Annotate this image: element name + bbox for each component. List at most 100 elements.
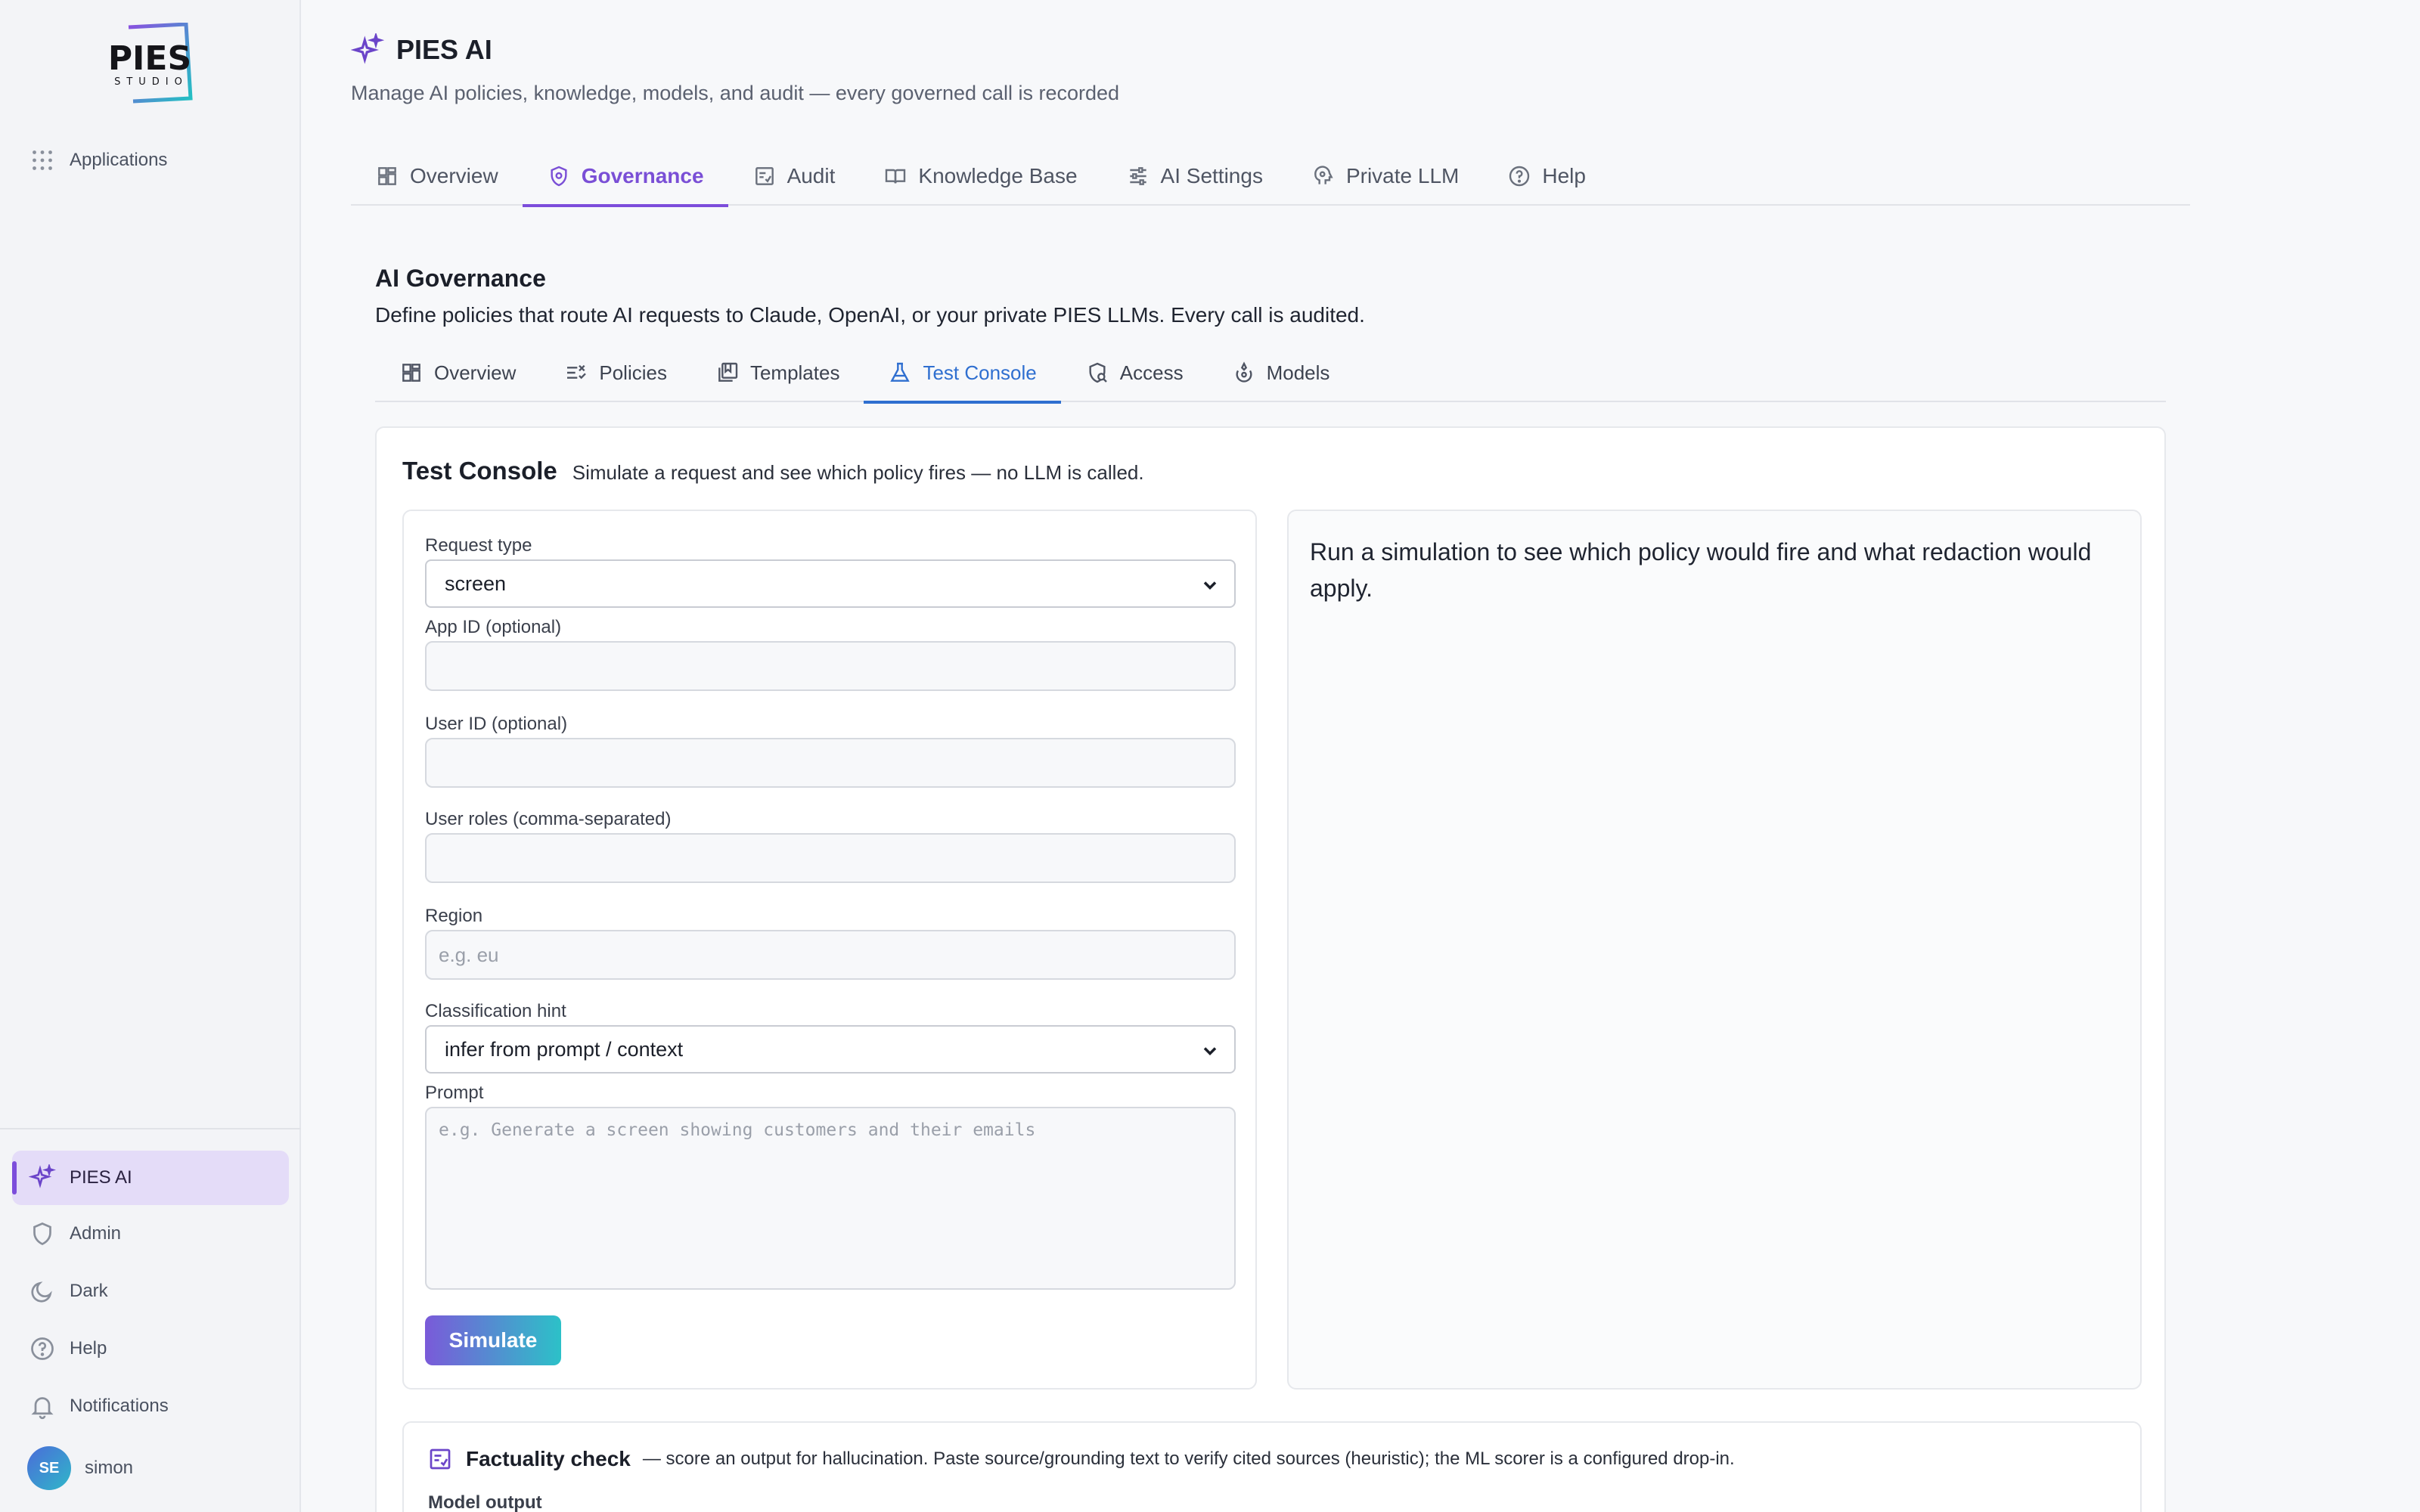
region-placeholder: e.g. eu bbox=[439, 943, 499, 966]
subtab-templates[interactable]: Templates bbox=[691, 343, 864, 402]
tab-label: AI Settings bbox=[1160, 164, 1263, 187]
app-id-label: App ID (optional) bbox=[425, 617, 562, 637]
classification-select[interactable]: infer from prompt / context bbox=[425, 1025, 1236, 1074]
shield-check-icon bbox=[551, 166, 567, 187]
tab-governance[interactable]: Governance bbox=[522, 147, 728, 207]
moon-icon bbox=[27, 1276, 57, 1306]
help-circle-icon bbox=[27, 1334, 57, 1364]
tab-label: Knowledge Base bbox=[918, 164, 1078, 187]
prompt-placeholder: e.g. Generate a screen showing customers… bbox=[439, 1120, 1036, 1140]
sidebar-item-help[interactable]: Help bbox=[12, 1321, 289, 1376]
chevron-down-icon bbox=[1203, 581, 1217, 590]
classification-value: infer from prompt / context bbox=[445, 1037, 684, 1061]
sidebar-item-label: Dark bbox=[70, 1281, 108, 1301]
subtab-policies[interactable]: Policies bbox=[540, 343, 691, 402]
book-icon bbox=[886, 169, 906, 184]
sidebar-item-notifications[interactable]: Notifications bbox=[12, 1379, 289, 1433]
page-header: PIES AI Manage AI policies, knowledge, m… bbox=[351, 33, 1119, 105]
subtab-test-console[interactable]: Test Console bbox=[864, 343, 1062, 404]
test-console-card: Test Console Simulate a request and see … bbox=[375, 426, 2166, 1512]
chevron-down-icon bbox=[1203, 1047, 1217, 1055]
checklist-icon bbox=[430, 1448, 451, 1470]
governance-sub-tabs: Overview Policies Templates Test Console… bbox=[375, 343, 2166, 404]
user-roles-input[interactable] bbox=[425, 833, 1236, 883]
sidebar-item-label: Notifications bbox=[70, 1396, 169, 1416]
subtab-label: Test Console bbox=[923, 361, 1037, 384]
tab-label: Overview bbox=[410, 164, 498, 187]
sidebar-item-label: Help bbox=[70, 1338, 107, 1359]
tab-private-llm[interactable]: Private LLM bbox=[1287, 147, 1483, 206]
user-id-label: User ID (optional) bbox=[425, 714, 568, 734]
console-title: Test Console bbox=[402, 457, 557, 485]
simulation-form: Request type screen App ID (optional) Us… bbox=[402, 510, 1257, 1390]
user-name: simon bbox=[85, 1458, 134, 1478]
factuality-description: — score an output for hallucination. Pas… bbox=[642, 1448, 1735, 1469]
section-description: Define policies that route AI requests t… bbox=[375, 303, 1365, 327]
request-type-select[interactable]: screen bbox=[425, 559, 1236, 608]
dashboard-icon bbox=[402, 364, 420, 382]
factuality-title: Factuality check bbox=[466, 1447, 631, 1470]
subtab-label: Access bbox=[1119, 361, 1184, 384]
simulation-result-panel: Run a simulation to see which policy wou… bbox=[1287, 510, 2142, 1390]
brain-icon bbox=[1314, 166, 1333, 184]
request-type-label: Request type bbox=[425, 535, 532, 556]
result-placeholder: Run a simulation to see which policy wou… bbox=[1310, 538, 2092, 602]
sidebar-item-label: PIES AI bbox=[70, 1167, 132, 1188]
subtab-access[interactable]: Access bbox=[1061, 343, 1208, 402]
user-roles-label: User roles (comma-separated) bbox=[425, 809, 672, 829]
tab-audit[interactable]: Audit bbox=[728, 147, 860, 206]
dashboard-icon bbox=[378, 167, 396, 185]
pies-studio-logo[interactable]: PIES STUDIO bbox=[95, 22, 204, 104]
sidebar-item-applications[interactable]: Applications bbox=[12, 133, 289, 187]
user-menu[interactable]: SE simon bbox=[12, 1441, 289, 1495]
tab-knowledge-base[interactable]: Knowledge Base bbox=[859, 147, 1101, 206]
tab-label: Help bbox=[1542, 164, 1586, 187]
main-tabs: Overview Governance Audit Knowledge Base… bbox=[351, 147, 2190, 207]
list-check-icon bbox=[567, 364, 587, 380]
section-title: AI Governance bbox=[375, 265, 546, 292]
tab-label: Audit bbox=[786, 164, 836, 187]
user-shield-icon bbox=[1089, 362, 1107, 383]
avatar: SE bbox=[27, 1446, 71, 1490]
sidebar-item-label: Admin bbox=[70, 1223, 122, 1244]
console-description: Simulate a request and see which policy … bbox=[572, 461, 1144, 484]
subtab-label: Overview bbox=[434, 361, 517, 384]
svg-text:PIES: PIES bbox=[108, 39, 191, 78]
bell-icon bbox=[27, 1391, 57, 1421]
page-subtitle: Manage AI policies, knowledge, models, a… bbox=[351, 82, 1120, 104]
app-id-input[interactable] bbox=[425, 641, 1236, 691]
tab-overview[interactable]: Overview bbox=[351, 147, 523, 206]
sliders-icon bbox=[1129, 167, 1146, 185]
subtab-label: Policies bbox=[599, 361, 667, 384]
page-title: PIES AI bbox=[396, 34, 492, 65]
governance-header: AI Governance Define policies that route… bbox=[375, 265, 1365, 327]
tab-label: Governance bbox=[581, 164, 704, 187]
subtab-models[interactable]: Models bbox=[1208, 343, 1354, 402]
sidebar-item-pies-ai[interactable]: PIES AI bbox=[12, 1151, 289, 1205]
sidebar-item-dark[interactable]: Dark bbox=[12, 1264, 289, 1318]
sidebar-item-label: Applications bbox=[70, 150, 168, 170]
factuality-check-panel: Factuality check — score an output for h… bbox=[402, 1421, 2142, 1512]
flask-icon bbox=[890, 362, 911, 382]
tab-label: Private LLM bbox=[1345, 164, 1460, 187]
sidebar-divider bbox=[0, 1128, 301, 1129]
user-id-input[interactable] bbox=[425, 738, 1236, 788]
simulate-button[interactable]: Simulate bbox=[425, 1315, 561, 1365]
region-input[interactable]: e.g. eu bbox=[425, 930, 1236, 980]
prompt-textarea[interactable]: e.g. Generate a screen showing customers… bbox=[425, 1107, 1236, 1290]
sidebar-item-admin[interactable]: Admin bbox=[12, 1207, 289, 1261]
sparkle-icon bbox=[351, 33, 384, 64]
model-icon bbox=[1236, 361, 1252, 383]
sidebar: PIES STUDIO Applications PIES AI Admin D… bbox=[0, 0, 301, 1512]
tab-help[interactable]: Help bbox=[1483, 147, 1610, 206]
template-icon bbox=[718, 362, 738, 382]
help-circle-icon bbox=[1509, 166, 1530, 187]
prompt-label: Prompt bbox=[425, 1083, 484, 1103]
tab-ai-settings[interactable]: AI Settings bbox=[1102, 147, 1287, 206]
checklist-icon bbox=[755, 167, 774, 185]
sparkle-icon bbox=[27, 1163, 57, 1193]
subtab-label: Templates bbox=[749, 361, 840, 384]
classification-label: Classification hint bbox=[425, 1001, 566, 1021]
model-output-label: Model output bbox=[428, 1492, 542, 1512]
subtab-overview[interactable]: Overview bbox=[375, 343, 540, 402]
